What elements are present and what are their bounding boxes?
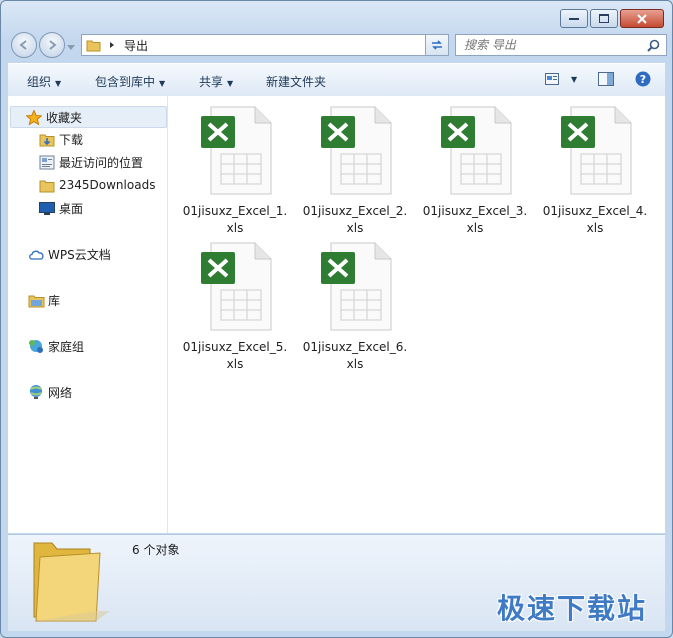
command-bar: 组织 ▼ 包含到库中 ▼ 共享 ▼ 新建文件夹 ▼ ? <box>8 63 665 97</box>
preview-pane-button[interactable] <box>598 72 614 89</box>
large-folder-icon <box>33 542 110 622</box>
cloud-icon <box>27 246 45 262</box>
file-name: 01jisuxz_Excel_3.xls <box>422 204 528 235</box>
excel-file-icon <box>201 242 272 331</box>
download-folder-icon <box>38 131 56 147</box>
sidebar-item-library[interactable]: 库 <box>27 290 60 310</box>
arrow-right-icon <box>49 40 57 50</box>
preview-pane-icon <box>598 72 614 86</box>
sidebar-item-label: 库 <box>48 293 61 308</box>
navigation-pane: 收藏夹 下载 最近访问的位置 2345Downloads 桌面 WPS云文档 库… <box>8 96 168 533</box>
svg-text:?: ? <box>640 73 646 86</box>
sidebar-item-label: 2345Downloads <box>59 178 156 192</box>
excel-file-icon <box>321 242 392 331</box>
sidebar-item-label: 网络 <box>48 385 73 400</box>
forward-button[interactable] <box>39 32 65 58</box>
file-item[interactable]: 01jisuxz_Excel_5.xls <box>180 240 290 373</box>
help-button[interactable]: ? <box>635 71 651 90</box>
maximize-icon <box>599 14 609 23</box>
breadcrumb-arrow-icon <box>110 42 114 48</box>
share-label: 共享 <box>199 75 224 89</box>
include-library-label: 包含到库中 <box>95 75 156 89</box>
chevron-down-icon: ▼ <box>571 74 578 84</box>
file-item[interactable]: 01jisuxz_Excel_2.xls <box>300 104 410 237</box>
sidebar-item-favorites[interactable]: 收藏夹 <box>10 106 167 128</box>
chevron-down-icon: ▼ <box>159 79 166 88</box>
sidebar-item-label: 下载 <box>59 132 84 147</box>
minimize-icon <box>569 17 579 20</box>
details-pane: 6 个对象 极速下载站 <box>8 534 665 631</box>
file-name: 01jisuxz_Excel_1.xls <box>182 204 288 235</box>
include-library-button[interactable]: 包含到库中 ▼ <box>95 73 165 90</box>
search-input[interactable] <box>456 37 646 53</box>
explorer-window: 导出 组织▼ 包含到库中▼ 共享▼ 新建文件夹 ▼ <box>0 0 673 638</box>
sidebar-item-label: 桌面 <box>59 201 84 216</box>
sidebar-item-desktop[interactable]: 桌面 <box>38 198 83 218</box>
refresh-icon <box>432 40 442 50</box>
file-item[interactable]: 01jisuxz_Excel_6.xls <box>300 240 410 373</box>
organize-button[interactable]: 组织 ▼ <box>27 73 61 90</box>
star-icon <box>25 109 43 125</box>
organize-label: 组织 <box>27 75 52 89</box>
minimize-button[interactable] <box>560 9 588 28</box>
watermark: 极速下载站 <box>496 592 647 625</box>
sidebar-item-label: 家庭组 <box>48 339 85 354</box>
sidebar-item-wps-cloud[interactable]: WPS云文档 <box>27 244 111 264</box>
excel-file-icon <box>321 106 392 195</box>
sidebar-item-downloads[interactable]: 下载 <box>38 129 83 149</box>
sidebar-item-recent[interactable]: 最近访问的位置 <box>38 152 143 172</box>
excel-file-icon <box>561 106 632 195</box>
file-name: 01jisuxz_Excel_2.xls <box>302 204 408 235</box>
folder-icon <box>86 40 101 52</box>
file-item[interactable]: 01jisuxz_Excel_4.xls <box>540 104 650 237</box>
homegroup-icon <box>27 338 45 354</box>
address-path[interactable]: 导出 <box>124 37 148 54</box>
back-button[interactable] <box>11 32 37 58</box>
sidebar-item-2345downloads[interactable]: 2345Downloads <box>38 175 155 195</box>
share-button[interactable]: 共享 ▼ <box>199 73 233 90</box>
item-count: 6 个对象 <box>132 543 180 557</box>
file-item[interactable]: 01jisuxz_Excel_1.xls <box>180 104 290 237</box>
maximize-button[interactable] <box>590 9 618 28</box>
file-name: 01jisuxz_Excel_4.xls <box>542 204 648 235</box>
navigation-bar: 导出 <box>9 32 667 58</box>
refresh-button[interactable] <box>425 34 449 56</box>
sidebar-item-label: 收藏夹 <box>46 110 83 125</box>
file-name: 01jisuxz_Excel_6.xls <box>302 340 408 371</box>
close-button[interactable] <box>620 9 664 28</box>
search-box[interactable] <box>455 34 667 56</box>
desktop-icon <box>38 200 56 216</box>
recent-places-icon <box>38 154 56 170</box>
sidebar-item-label: 最近访问的位置 <box>59 155 144 170</box>
chevron-down-icon: ▼ <box>227 79 234 88</box>
excel-file-icon <box>201 106 272 195</box>
address-bar[interactable]: 导出 <box>81 34 447 56</box>
view-options-button[interactable]: ▼ <box>545 73 577 85</box>
close-icon <box>637 13 647 24</box>
arrow-left-icon <box>19 40 27 50</box>
view-icon <box>545 73 559 85</box>
new-folder-button[interactable]: 新建文件夹 <box>266 73 326 90</box>
sidebar-item-label: WPS云文档 <box>48 247 111 262</box>
sidebar-item-homegroup[interactable]: 家庭组 <box>27 336 84 356</box>
sidebar-item-network[interactable]: 网络 <box>27 382 72 402</box>
history-dropdown[interactable] <box>67 40 75 54</box>
window-controls <box>560 9 664 28</box>
file-item[interactable]: 01jisuxz_Excel_3.xls <box>420 104 530 237</box>
file-list: 01jisuxz_Excel_1.xls 01jisuxz_Excel_2.xl… <box>168 96 665 533</box>
library-icon <box>27 292 45 308</box>
network-icon <box>27 384 45 400</box>
chevron-down-icon: ▼ <box>55 79 62 88</box>
file-name: 01jisuxz_Excel_5.xls <box>182 340 288 371</box>
folder-icon <box>38 177 56 193</box>
chevron-down-icon <box>67 45 75 50</box>
help-icon: ? <box>635 71 651 87</box>
excel-file-icon <box>441 106 512 195</box>
search-icon[interactable] <box>647 39 660 52</box>
